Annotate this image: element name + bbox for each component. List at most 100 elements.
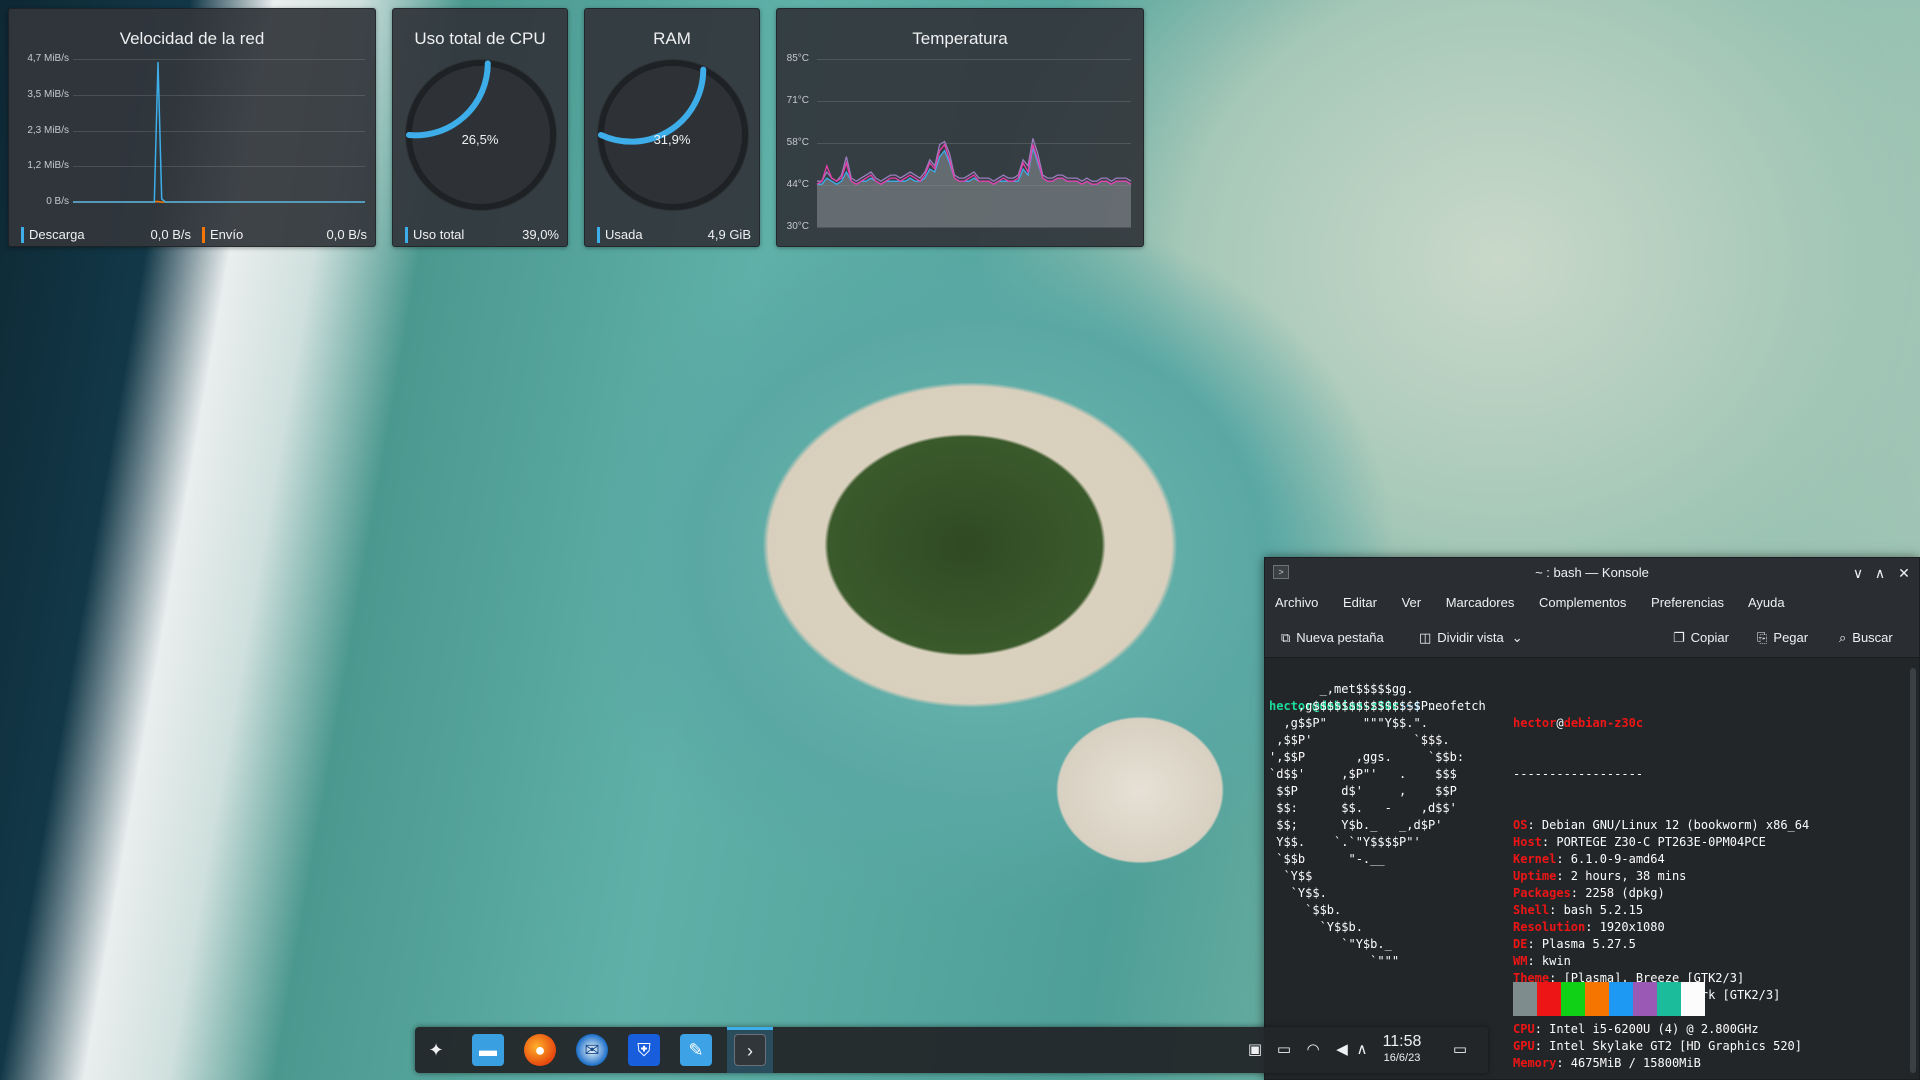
cpu-widget-title: Uso total de CPU (414, 29, 546, 48)
ram-legend-value: 4,9 GiB (707, 227, 751, 242)
info-value: : Plasma 5.27.5 (1527, 937, 1636, 951)
info-label: Memory (1513, 1056, 1557, 1070)
menu-ver[interactable]: Ver (1402, 595, 1422, 610)
clock-date[interactable]: 16/6/23 (1372, 1052, 1432, 1064)
info-row: Kernel: 6.1.0-9-amd64 (1513, 851, 1809, 868)
new-tab-button[interactable]: ⧉ Nueva pestaña (1281, 618, 1384, 658)
legend-upload: Envío (202, 227, 243, 243)
volume-icon[interactable]: ◀ (1332, 1040, 1352, 1060)
ascii-line: `Y$$. (1269, 886, 1327, 900)
ascii-line: ,$$P' `$$$. (1269, 733, 1450, 747)
info-label: Uptime (1513, 869, 1557, 883)
application-launcher-icon[interactable]: ✦ (420, 1034, 452, 1066)
ascii-line: $$: $$. - ,d$$' (1269, 801, 1457, 815)
info-label: Shell (1513, 903, 1550, 917)
info-row: CPU: Intel i5-6200U (4) @ 2.800GHz (1513, 1021, 1809, 1038)
ram-widget[interactable]: RAM 31,9% Usada 4,9 GiB (584, 8, 760, 247)
info-host: debian-z30c (1563, 716, 1644, 730)
terminal-output[interactable]: hector@debian-z30c:~$ neofetch _,met$$$$… (1269, 664, 1903, 1079)
text-editor-icon[interactable]: ✎ (680, 1034, 712, 1066)
info-header: hector@debian-z30c (1513, 715, 1809, 732)
info-value: : 2 hours, 38 mins (1556, 869, 1687, 883)
terminal-scrollbar[interactable] (1910, 668, 1916, 1073)
cpu-gauge-text: 26,5% (461, 132, 499, 147)
palette-swatch (1633, 982, 1657, 1016)
temperature-widget[interactable]: Temperatura 85°C 71°C 58°C 44°C 30°C (776, 8, 1144, 247)
ascii-line: $$; Y$b._ _,d$P' (1269, 818, 1443, 832)
konsole-titlebar[interactable]: > ~ : bash — Konsole ∨ ∧ ✕ (1265, 558, 1919, 588)
info-label: Resolution (1513, 920, 1586, 934)
info-user: hector (1513, 716, 1557, 730)
network-speed-widget[interactable]: Velocidad de la red 4,7 MiB/s 3,5 MiB/s … (8, 8, 376, 247)
tray-expand-icon[interactable]: ∧ (1352, 1040, 1372, 1060)
copy-label: Copiar (1690, 630, 1729, 645)
download-value: 0,0 B/s (150, 227, 191, 242)
chevron-down-icon: ⌄ (1511, 630, 1523, 645)
taskbar-panel: ✦ ▬ ● ✉ ⛨ ✎ › ▣ ▭ ◠ ◀ ∧ 11:58 16/6/23 ▭ (415, 1027, 1488, 1073)
info-label: CPU (1513, 1022, 1535, 1036)
info-row: Shell: bash 5.2.15 (1513, 902, 1809, 919)
split-view-button[interactable]: ◫ Dividir vista ⌄ (1419, 618, 1523, 658)
paste-button[interactable]: ⎘ Pegar (1757, 618, 1808, 658)
copy-button[interactable]: ❐ Copiar (1673, 618, 1729, 658)
minimize-button[interactable]: ∨ (1847, 558, 1869, 588)
ascii-line: _,met$$$$$gg. (1269, 682, 1414, 696)
konsole-icon[interactable]: › (734, 1034, 766, 1066)
series-line-download (73, 61, 365, 203)
color-palette (1513, 982, 1705, 1016)
menu-editar[interactable]: Editar (1343, 595, 1377, 610)
close-button[interactable]: ✕ (1893, 558, 1915, 588)
wifi-icon[interactable]: ◠ (1303, 1040, 1323, 1060)
show-desktop-icon[interactable]: ▭ (1450, 1040, 1470, 1060)
temperature-area (817, 147, 1131, 227)
legend-upload-label: Envío (210, 227, 244, 242)
info-label: Host (1513, 835, 1542, 849)
split-view-label: Dividir vista (1437, 630, 1504, 645)
ascii-line: `""" (1269, 954, 1400, 968)
new-tab-label: Nueva pestaña (1296, 630, 1384, 645)
info-value: : 1920x1080 (1585, 920, 1665, 934)
file-manager-icon[interactable]: ▬ (472, 1034, 504, 1066)
ascii-line: `$$b "-.__ (1269, 852, 1385, 866)
menu-marcadores[interactable]: Marcadores (1446, 595, 1515, 610)
ascii-line: $$P d$' , $$P (1269, 784, 1457, 798)
legend-download-label: Descarga (29, 227, 85, 242)
ram-swatch (597, 227, 600, 243)
menu-complementos[interactable]: Complementos (1539, 595, 1626, 610)
info-label: OS (1513, 818, 1528, 832)
firefox-icon[interactable]: ● (524, 1034, 556, 1066)
info-separator: ------------------ (1513, 767, 1644, 781)
screenshot-icon[interactable]: ▣ (1245, 1040, 1265, 1060)
search-button[interactable]: ⌕ Buscar (1839, 618, 1893, 658)
new-tab-icon: ⧉ (1281, 630, 1291, 645)
maximize-button[interactable]: ∧ (1869, 558, 1891, 588)
bitwarden-icon[interactable]: ⛨ (628, 1034, 660, 1066)
info-row: Resolution: 1920x1080 (1513, 919, 1809, 936)
info-value: : Debian GNU/Linux 12 (bookworm) x86_64 (1527, 818, 1810, 832)
clock-time[interactable]: 11:58 (1372, 1033, 1432, 1051)
konsole-app-icon[interactable]: > (1273, 565, 1289, 579)
legend-cpu-total: Uso total (405, 227, 464, 243)
search-label: Buscar (1852, 630, 1893, 645)
cpu-swatch (405, 227, 408, 243)
info-value: : 6.1.0-9-amd64 (1556, 852, 1665, 866)
debian-ascii-logo: _,met$$$$$gg. ,g$$$$$$$$$$$$$$$P. ,g$$P"… (1269, 681, 1464, 970)
split-view-icon: ◫ (1419, 630, 1432, 645)
thunderbird-icon[interactable]: ✉ (576, 1034, 608, 1066)
menu-archivo[interactable]: Archivo (1275, 595, 1318, 610)
menu-preferencias[interactable]: Preferencias (1651, 595, 1724, 610)
legend-ram-label: Usada (605, 227, 643, 242)
ascii-line: `$$b. (1269, 903, 1342, 917)
palette-swatch (1609, 982, 1633, 1016)
battery-icon[interactable]: ▭ (1274, 1040, 1294, 1060)
info-value: : 4675MiB / 15800MiB (1556, 1056, 1701, 1070)
paste-label: Pegar (1773, 630, 1809, 645)
ram-gauge-text: 31,9% (653, 132, 691, 147)
palette-swatch (1657, 982, 1681, 1016)
copy-icon: ❐ (1673, 630, 1685, 645)
menu-ayuda[interactable]: Ayuda (1748, 595, 1785, 610)
konsole-window[interactable]: > ~ : bash — Konsole ∨ ∧ ✕ Archivo Edita… (1264, 557, 1920, 1080)
cpu-usage-widget[interactable]: Uso total de CPU 26,5% Uso total 39,0% (392, 8, 568, 247)
window-title: ~ : bash — Konsole (1535, 565, 1649, 580)
ascii-line: ,g$$P" """Y$$.". (1269, 716, 1428, 730)
